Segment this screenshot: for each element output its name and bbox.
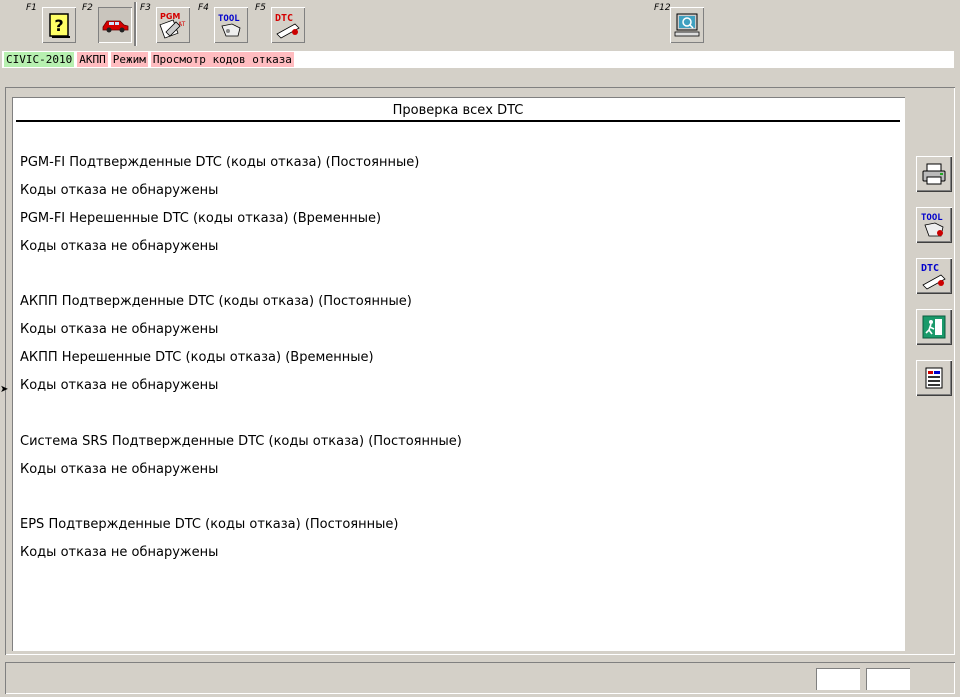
data-list-button[interactable] bbox=[916, 360, 952, 396]
f3-key[interactable]: F3 PGM AT bbox=[140, 3, 194, 47]
f2-label: F2 bbox=[82, 3, 93, 13]
dtc-button[interactable]: DTC bbox=[271, 7, 305, 43]
tool-icon: TOOL bbox=[218, 14, 241, 37]
svg-text:DTC: DTC bbox=[921, 263, 939, 274]
f3-label: F3 bbox=[140, 3, 151, 13]
dtc-result: Коды отказа не обнаружены bbox=[20, 183, 219, 198]
system-select-button[interactable]: PGM AT bbox=[156, 7, 190, 43]
toolbar: F1 ? F2 F3 PGM AT F4 TOOL F5 DTC F12 bbox=[0, 0, 960, 48]
dtc-section-header: EPS Подтвержденные DTC (коды отказа) (По… bbox=[20, 517, 399, 532]
f2-key[interactable]: F2 bbox=[82, 3, 136, 47]
f5-label: F5 bbox=[255, 3, 266, 13]
dtc-result: Коды отказа не обнаружены bbox=[20, 322, 219, 337]
system-badge: АКПП bbox=[77, 52, 108, 67]
f12-label: F12 bbox=[654, 3, 671, 13]
svg-text:DTC: DTC bbox=[275, 13, 293, 24]
status-strip: CIVIC-2010 АКПП Режим Просмотр кодов отк… bbox=[2, 51, 954, 68]
f4-key[interactable]: F4 TOOL bbox=[198, 3, 252, 47]
status-field bbox=[816, 668, 860, 690]
f4-label: F4 bbox=[198, 3, 209, 13]
dtc-icon: DTC bbox=[921, 263, 946, 290]
car-icon bbox=[102, 20, 129, 33]
dtc-section-header: АКПП Нерешенные DTC (коды отказа) (Време… bbox=[20, 350, 374, 365]
svg-text:?: ? bbox=[54, 16, 63, 35]
dtc-section-header: PGM-FI Подтвержденные DTC (коды отказа) … bbox=[20, 155, 420, 170]
cursor-arrow-icon: ➤ bbox=[0, 384, 9, 395]
toolbar-separator bbox=[134, 2, 137, 46]
help-button[interactable]: ? bbox=[42, 7, 76, 43]
bottom-status-bar bbox=[5, 662, 955, 694]
panel-title: Проверка всех DTC bbox=[16, 101, 900, 122]
svg-text:TOOL: TOOL bbox=[218, 14, 240, 24]
vehicle-model-badge: CIVIC-2010 bbox=[4, 52, 75, 67]
search-monitor-button[interactable] bbox=[670, 7, 704, 43]
f1-key[interactable]: F1 ? bbox=[26, 3, 80, 47]
dtc-result: Коды отказа не обнаружены bbox=[20, 545, 219, 560]
f12-key[interactable]: F12 bbox=[654, 3, 708, 47]
printer-icon bbox=[922, 163, 946, 185]
svg-text:PGM: PGM bbox=[160, 12, 180, 21]
svg-text:TOOL: TOOL bbox=[921, 213, 943, 223]
f1-label: F1 bbox=[26, 3, 37, 13]
dtc-result: Коды отказа не обнаружены bbox=[20, 462, 219, 477]
dtc-result: Коды отказа не обнаружены bbox=[20, 239, 219, 254]
dtc-icon: DTC bbox=[275, 13, 300, 39]
pgm-at-system-icon: PGM AT bbox=[159, 12, 186, 39]
dtc-results-panel: Проверка всех DTC PGM-FI Подтвержденные … bbox=[12, 97, 905, 651]
vehicle-button[interactable] bbox=[98, 7, 132, 43]
dtc-section-header: PGM-FI Нерешенные DTC (коды отказа) (Вре… bbox=[20, 211, 382, 226]
dtc-side-button[interactable]: DTC bbox=[916, 258, 952, 294]
tool-side-button[interactable]: TOOL bbox=[916, 207, 952, 243]
dtc-section-header: Система SRS Подтвержденные DTC (коды отк… bbox=[20, 434, 462, 449]
help-question-icon: ? bbox=[49, 13, 70, 38]
mode-label: Режим bbox=[110, 52, 148, 67]
tool-icon: TOOL bbox=[921, 213, 944, 237]
dtc-section-header: АКПП Подтвержденные DTC (коды отказа) (П… bbox=[20, 294, 412, 309]
print-button[interactable] bbox=[916, 156, 952, 192]
status-field bbox=[866, 668, 910, 690]
monitor-search-icon bbox=[674, 13, 700, 37]
data-list-icon bbox=[925, 367, 943, 389]
f5-key[interactable]: F5 DTC bbox=[255, 3, 309, 47]
exit-button[interactable] bbox=[916, 309, 952, 345]
mode-value: Просмотр кодов отказа bbox=[150, 52, 294, 67]
exit-icon bbox=[922, 315, 946, 339]
tool-button[interactable]: TOOL bbox=[214, 7, 248, 43]
dtc-result: Коды отказа не обнаружены bbox=[20, 378, 219, 393]
